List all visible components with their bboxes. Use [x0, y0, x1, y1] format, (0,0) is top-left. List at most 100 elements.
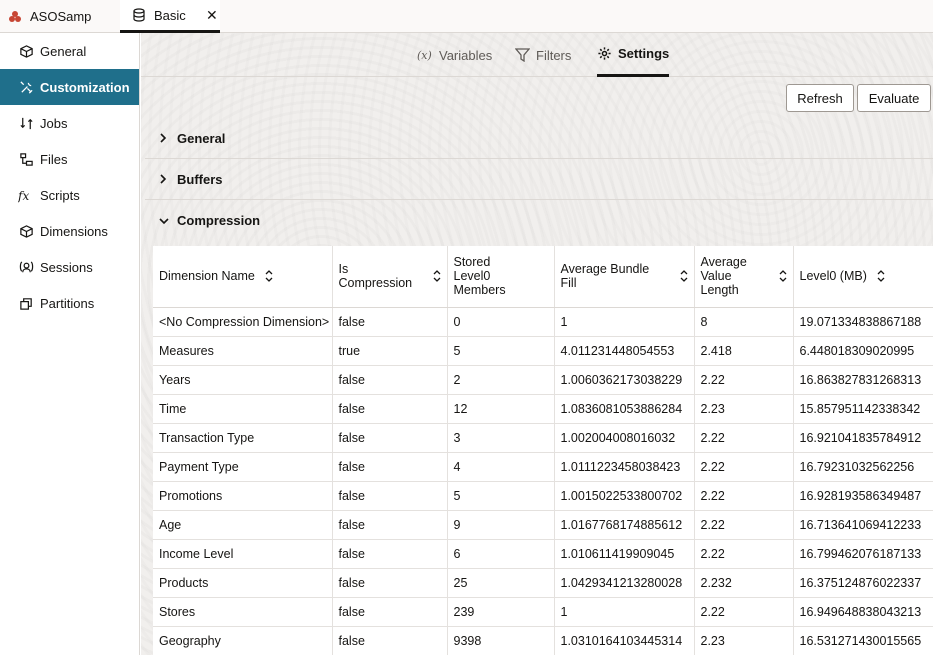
sort-icon[interactable] — [433, 270, 441, 283]
cell-stored-level0-members: 0 — [447, 307, 555, 337]
tab-application[interactable]: ASOSamp — [8, 0, 91, 33]
evaluate-button[interactable]: Evaluate — [857, 84, 931, 112]
tab-database-label: Basic — [154, 7, 186, 23]
column-header-stored-level0-members[interactable]: Stored Level0 Members — [447, 246, 555, 308]
cell-is-compression: false — [332, 568, 448, 598]
cell-average-value-length: 2.22 — [694, 539, 794, 569]
section-buffers-label: Buffers — [177, 171, 223, 187]
cell-average-value-length: 2.22 — [694, 423, 794, 453]
cell-dimension-name: Measures — [153, 336, 333, 366]
cell-dimension-name: Geography — [153, 626, 333, 655]
cell-level0-mb: 16.863827831268313 — [793, 365, 933, 395]
cell-is-compression: false — [332, 597, 448, 627]
section-general[interactable]: General — [145, 118, 933, 159]
close-tab-icon[interactable]: ✕ — [206, 0, 218, 30]
refresh-button[interactable]: Refresh — [786, 84, 854, 112]
cell-stored-level0-members: 2 — [447, 365, 555, 395]
section-compression[interactable]: Compression — [145, 200, 933, 241]
cell-average-bundle-fill: 1 — [554, 307, 695, 337]
table-row[interactable]: Promotions false 5 1.0015022533800702 2.22 16… — [153, 481, 933, 511]
compression-table: Dimension Name Is Compression Stored Lev… — [153, 246, 933, 655]
cell-average-bundle-fill: 1.0111223458038423 — [554, 452, 695, 482]
column-header-dimension-name[interactable]: Dimension Name — [153, 246, 333, 308]
sidebar-item-label: Customization — [40, 79, 130, 95]
column-header-label: Stored Level0 Members — [453, 255, 506, 298]
sidebar-item-label: Files — [40, 151, 68, 167]
table-row[interactable]: Measures true 5 4.011231448054553 2.418 6.448… — [153, 336, 933, 366]
sidebar-item-label: Sessions — [40, 259, 93, 275]
sort-icon[interactable] — [779, 270, 787, 283]
table-row[interactable]: Payment Type false 4 1.0111223458038423 2.22… — [153, 452, 933, 482]
column-header-label: Is Compression — [338, 262, 413, 291]
cell-average-bundle-fill: 1.010611419909045 — [554, 539, 695, 569]
application-icon — [8, 10, 22, 24]
tab-filters[interactable]: Filters — [515, 33, 571, 77]
column-header-is-compression[interactable]: Is Compression — [332, 246, 448, 308]
sidebar-item-label: General — [40, 43, 87, 59]
cell-level0-mb: 16.928193586349487 — [793, 481, 933, 511]
table-row[interactable]: <No Compression Dimension> false 0 1 8 19.071… — [153, 307, 933, 337]
section-buffers[interactable]: Buffers — [145, 159, 933, 200]
filter-icon — [515, 48, 530, 62]
tools-icon — [18, 79, 34, 95]
cell-stored-level0-members: 9 — [447, 510, 555, 540]
cell-level0-mb: 16.921041835784912 — [793, 423, 933, 453]
cell-average-bundle-fill: 1.002004008016032 — [554, 423, 695, 453]
cell-dimension-name: Payment Type — [153, 452, 333, 482]
column-header-level0-mb[interactable]: Level0 (MB) — [793, 246, 933, 308]
table-row[interactable]: Time false 12 1.0836081053886284 2.23 15.8579… — [153, 394, 933, 424]
cell-is-compression: false — [332, 626, 448, 655]
table-row[interactable]: Geography false 9398 1.0310164103445314 2.23… — [153, 626, 933, 655]
cell-average-bundle-fill: 1 — [554, 597, 695, 627]
cell-is-compression: false — [332, 365, 448, 395]
dimensions-icon — [18, 223, 34, 239]
table-row[interactable]: Income Level false 6 1.010611419909045 2.22 1… — [153, 539, 933, 569]
cell-stored-level0-members: 25 — [447, 568, 555, 598]
cell-average-value-length: 2.232 — [694, 568, 794, 598]
sidebar-item-label: Dimensions — [40, 223, 108, 239]
table-row[interactable]: Stores false 239 1 2.22 16.949648838043213 — [153, 597, 933, 627]
cell-level0-mb: 16.949648838043213 — [793, 597, 933, 627]
sidebar-item-general[interactable]: General — [0, 33, 139, 69]
cell-dimension-name: Years — [153, 365, 333, 395]
sidebar-item-partitions[interactable]: Partitions — [0, 285, 139, 321]
svg-text:fx: fx — [18, 189, 29, 203]
table-row[interactable]: Products false 25 1.0429341213280028 2.232 16… — [153, 568, 933, 598]
sidebar-item-customization[interactable]: Customization — [0, 69, 139, 105]
cell-level0-mb: 16.79231032562256 — [793, 452, 933, 482]
top-tab-bar: ASOSamp Basic ✕ — [0, 0, 933, 33]
sort-icon[interactable] — [680, 270, 688, 283]
tab-settings[interactable]: Settings — [597, 33, 670, 77]
sidebar-item-files[interactable]: Files — [0, 141, 139, 177]
tab-database[interactable]: Basic — [120, 0, 220, 33]
cell-level0-mb: 16.713641069412233 — [793, 510, 933, 540]
cell-average-bundle-fill: 1.0015022533800702 — [554, 481, 695, 511]
cell-average-value-length: 2.23 — [694, 394, 794, 424]
cell-dimension-name: Products — [153, 568, 333, 598]
table-row[interactable]: Years false 2 1.0060362173038229 2.22 16.8638… — [153, 365, 933, 395]
cell-is-compression: false — [332, 394, 448, 424]
compression-table-container: Dimension Name Is Compression Stored Lev… — [153, 246, 933, 655]
sidebar-item-sessions[interactable]: Sessions — [0, 249, 139, 285]
cell-average-bundle-fill: 1.0310164103445314 — [554, 626, 695, 655]
column-header-label: Average Value Length — [700, 255, 747, 298]
column-header-average-value-length[interactable]: Average Value Length — [694, 246, 794, 308]
sidebar-item-dimensions[interactable]: Dimensions — [0, 213, 139, 249]
section-general-label: General — [177, 130, 226, 146]
tab-variables[interactable]: (x) Variables — [417, 33, 492, 77]
column-header-label: Level0 (MB) — [799, 269, 867, 284]
sidebar-item-scripts[interactable]: fx Scripts — [0, 177, 139, 213]
cell-average-bundle-fill: 1.0167768174885612 — [554, 510, 695, 540]
cell-stored-level0-members: 9398 — [447, 626, 555, 655]
table-row[interactable]: Age false 9 1.0167768174885612 2.22 16.713641… — [153, 510, 933, 540]
sidebar-item-jobs[interactable]: Jobs — [0, 105, 139, 141]
sidebar: General Customization Jobs Files fx Scri… — [0, 33, 140, 655]
table-row[interactable]: Transaction Type false 3 1.002004008016032 2… — [153, 423, 933, 453]
cell-average-value-length: 2.22 — [694, 510, 794, 540]
chevron-right-icon — [159, 174, 177, 184]
sidebar-item-label: Scripts — [40, 187, 80, 203]
cell-dimension-name: Transaction Type — [153, 423, 333, 453]
sort-icon[interactable] — [877, 270, 885, 283]
sort-icon[interactable] — [265, 270, 273, 283]
column-header-average-bundle-fill[interactable]: Average Bundle Fill — [554, 246, 695, 308]
